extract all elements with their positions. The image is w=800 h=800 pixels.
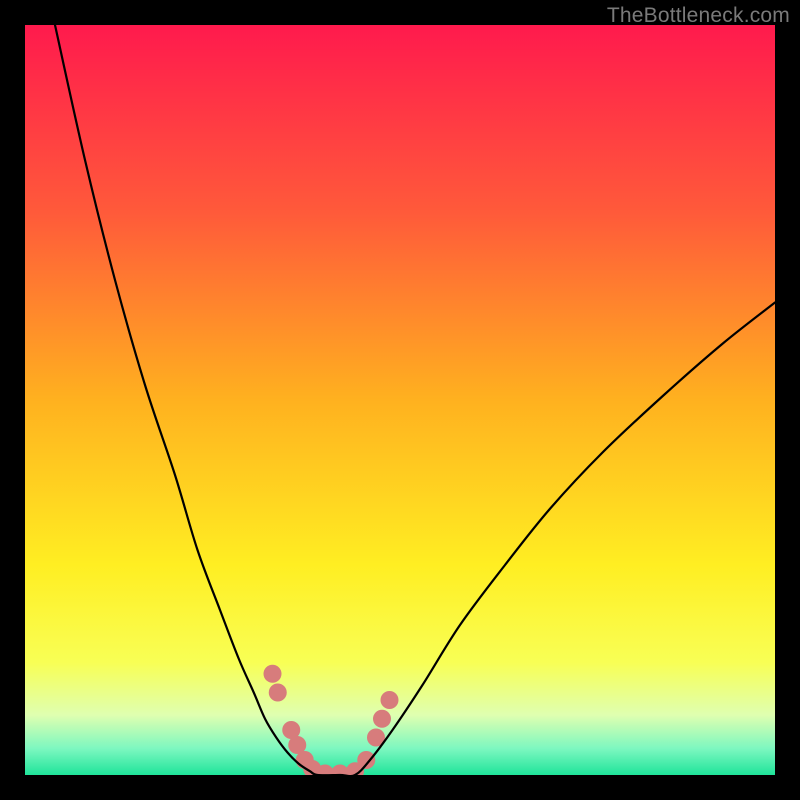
chart-frame: TheBottleneck.com <box>0 0 800 800</box>
data-marker <box>373 710 391 728</box>
plot-area <box>25 25 775 775</box>
watermark-text: TheBottleneck.com <box>607 4 790 28</box>
data-marker <box>381 691 399 709</box>
bottleneck-curve <box>55 25 775 775</box>
marker-group <box>264 665 399 775</box>
data-marker <box>264 665 282 683</box>
curve-layer <box>25 25 775 775</box>
data-marker <box>357 751 375 769</box>
data-marker <box>269 684 287 702</box>
